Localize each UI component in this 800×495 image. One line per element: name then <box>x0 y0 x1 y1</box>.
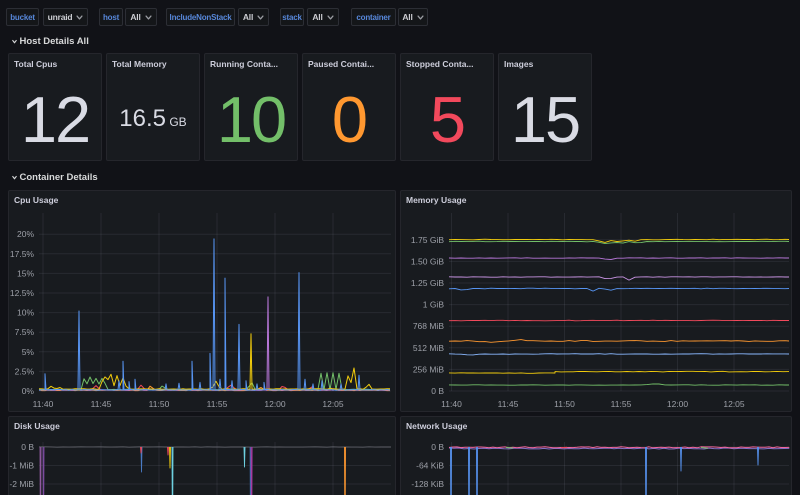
svg-text:11:40: 11:40 <box>441 399 462 409</box>
svg-text:12.5%: 12.5% <box>10 288 35 298</box>
svg-text:-1 MiB: -1 MiB <box>9 461 34 471</box>
svg-text:11:55: 11:55 <box>207 399 228 409</box>
svg-text:12:00: 12:00 <box>667 399 689 409</box>
svg-text:-2 MiB: -2 MiB <box>9 479 34 489</box>
svg-text:10%: 10% <box>17 308 34 318</box>
svg-text:256 MiB: 256 MiB <box>413 364 445 374</box>
svg-text:11:45: 11:45 <box>91 399 112 409</box>
svg-text:-128 KiB: -128 KiB <box>411 479 444 489</box>
svg-text:1.75 GiB: 1.75 GiB <box>411 235 444 245</box>
svg-text:12:05: 12:05 <box>322 399 344 409</box>
svg-text:768 MiB: 768 MiB <box>413 321 445 331</box>
svg-text:1.25 GiB: 1.25 GiB <box>411 278 444 288</box>
svg-text:0 B: 0 B <box>21 442 34 452</box>
svg-text:11:40: 11:40 <box>33 399 54 409</box>
svg-text:512 MiB: 512 MiB <box>413 343 445 353</box>
svg-text:0 B: 0 B <box>431 386 444 396</box>
svg-text:11:50: 11:50 <box>149 399 170 409</box>
svg-text:-64 KiB: -64 KiB <box>416 461 444 471</box>
svg-text:11:50: 11:50 <box>554 399 575 409</box>
svg-text:5%: 5% <box>22 347 35 357</box>
svg-text:0%: 0% <box>22 386 35 396</box>
svg-text:1 GiB: 1 GiB <box>423 300 445 310</box>
svg-text:11:45: 11:45 <box>498 399 519 409</box>
svg-text:2.5%: 2.5% <box>15 366 35 376</box>
svg-text:12:05: 12:05 <box>723 399 745 409</box>
svg-text:15%: 15% <box>17 268 34 278</box>
svg-text:12:00: 12:00 <box>264 399 286 409</box>
svg-text:17.5%: 17.5% <box>10 249 35 259</box>
svg-text:20%: 20% <box>17 229 34 239</box>
svg-text:0 B: 0 B <box>431 442 444 452</box>
svg-text:7.5%: 7.5% <box>15 327 35 337</box>
svg-text:11:55: 11:55 <box>611 399 632 409</box>
svg-text:1.50 GiB: 1.50 GiB <box>411 256 444 266</box>
